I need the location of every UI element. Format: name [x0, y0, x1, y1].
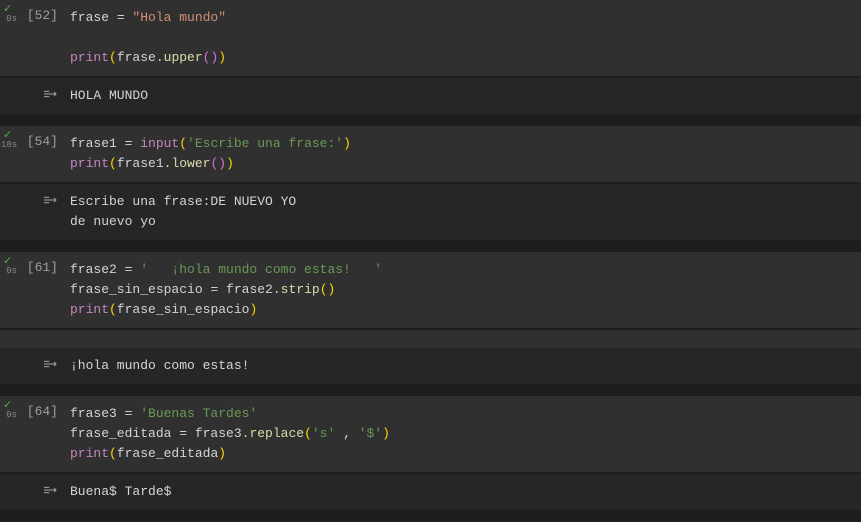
cell-gutter [0, 474, 18, 510]
code-token: ' ¡hola mundo como estas! ' [140, 262, 382, 277]
code-token: = [179, 426, 195, 441]
exec-count: [54] [18, 126, 62, 182]
code-token: frase_sin_espacio [117, 302, 250, 317]
code-token: ) [249, 302, 257, 317]
cell-gutter [0, 78, 18, 114]
code-token: frase_editada [70, 426, 179, 441]
cell-spacer [0, 242, 861, 252]
code-token: ) [343, 136, 351, 151]
code-token: ) [218, 156, 226, 171]
code-cell[interactable]: ✓0s[61]frase2 = ' ¡hola mundo como estas… [0, 252, 861, 328]
code-token: ( [304, 426, 312, 441]
notebook-view: ✓0s[52]frase = "Hola mundo" print(frase.… [0, 0, 861, 522]
cell-gutter [0, 184, 18, 240]
code-token: . [273, 282, 281, 297]
cell-gutter: ✓18s [0, 126, 18, 182]
code-token: replace [249, 426, 304, 441]
output-text: ¡hola mundo como estas! [62, 348, 861, 384]
code-token: ( [320, 282, 328, 297]
code-token: print [70, 446, 109, 461]
output-text: HOLA MUNDO [62, 78, 861, 114]
cell-gutter: ✓0s [0, 396, 18, 472]
cell-gutter: ✓0s [0, 0, 18, 76]
code-token: 'Buenas Tardes' [140, 406, 257, 421]
code-token: print [70, 302, 109, 317]
output-arrow-icon [42, 487, 58, 502]
code-token: frase_editada [117, 446, 218, 461]
code-token: frase [117, 50, 156, 65]
code-editor[interactable]: frase1 = input('Escribe una frase:') pri… [62, 126, 861, 182]
output-text: Buena$ Tarde$ [62, 474, 861, 510]
code-token: print [70, 156, 109, 171]
cell-gutter: ✓0s [0, 252, 18, 328]
code-token: '$' [359, 426, 382, 441]
code-token: 'Escribe una frase:' [187, 136, 343, 151]
code-token: ( [109, 302, 117, 317]
code-token: strip [281, 282, 320, 297]
code-token: "Hola mundo" [132, 10, 226, 25]
cell-gutter [0, 348, 18, 384]
code-cell[interactable]: ✓0s[64]frase3 = 'Buenas Tardes' frase_ed… [0, 396, 861, 472]
exec-timing: 0s [1, 266, 17, 276]
code-editor[interactable]: frase2 = ' ¡hola mundo como estas! ' fra… [62, 252, 861, 328]
code-token: lower [171, 156, 210, 171]
code-token: ( [109, 446, 117, 461]
output-icon-slot [18, 184, 62, 240]
output-icon-slot [18, 78, 62, 114]
code-token: ) [226, 156, 234, 171]
exec-count: [61] [18, 252, 62, 328]
code-token: ) [328, 282, 336, 297]
cell-spacer [0, 386, 861, 396]
code-token: 's' [312, 426, 335, 441]
code-token: frase [70, 10, 117, 25]
cell-spacer [0, 116, 861, 126]
output-cell: Escribe una frase:DE NUEVO YO de nuevo y… [0, 184, 861, 240]
exec-count: [64] [18, 396, 62, 472]
code-token: frase2 [70, 262, 125, 277]
output-cell: Buena$ Tarde$ [0, 474, 861, 510]
code-token: , [335, 426, 358, 441]
code-token: . [156, 50, 164, 65]
code-token: = [125, 406, 141, 421]
code-token: frase3 [70, 406, 125, 421]
output-icon-slot [18, 348, 62, 384]
code-token: upper [164, 50, 203, 65]
code-token: ) [218, 446, 226, 461]
code-token: = [117, 10, 133, 25]
code-token: ) [218, 50, 226, 65]
code-token: frase1 [117, 156, 164, 171]
code-token: frase2 [226, 282, 273, 297]
code-token: ( [109, 156, 117, 171]
output-cell: ¡hola mundo como estas! [0, 348, 861, 384]
code-token: = [210, 282, 226, 297]
output-arrow-icon [42, 361, 58, 376]
exec-count: [52] [18, 0, 62, 76]
code-token: ( [109, 50, 117, 65]
output-icon-slot [18, 474, 62, 510]
code-token: = [125, 262, 141, 277]
output-text: Escribe una frase:DE NUEVO YO de nuevo y… [62, 184, 861, 240]
output-cell: HOLA MUNDO [0, 78, 861, 114]
code-token: frase1 [70, 136, 125, 151]
code-token: print [70, 50, 109, 65]
code-editor[interactable]: frase = "Hola mundo" print(frase.upper()… [62, 0, 861, 76]
exec-timing: 18s [1, 140, 17, 150]
code-token: ( [179, 136, 187, 151]
output-arrow-icon [42, 91, 58, 106]
code-editor[interactable]: frase3 = 'Buenas Tardes' frase_editada =… [62, 396, 861, 472]
code-token: ) [382, 426, 390, 441]
exec-timing: 0s [1, 14, 17, 24]
code-cell[interactable]: ✓0s[52]frase = "Hola mundo" print(frase.… [0, 0, 861, 76]
code-token: = [125, 136, 141, 151]
output-arrow-icon [42, 197, 58, 212]
code-token: frase3 [195, 426, 242, 441]
code-cell[interactable]: ✓18s[54]frase1 = input('Escribe una fras… [0, 126, 861, 182]
cell-spacer [0, 512, 861, 522]
code-token: input [140, 136, 179, 151]
code-token: frase_sin_espacio [70, 282, 210, 297]
exec-timing: 0s [1, 410, 17, 420]
